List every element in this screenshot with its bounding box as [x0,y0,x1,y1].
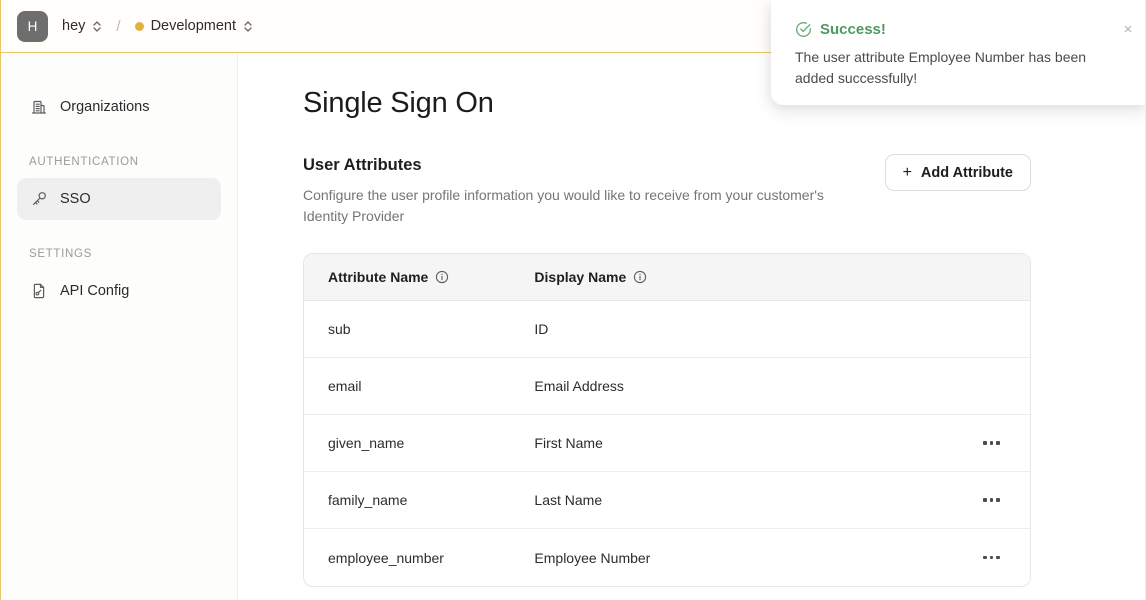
cell-attribute-name: given_name [328,435,405,451]
toast-message: The user attribute Employee Number has b… [795,49,1087,86]
sidebar-item-sso[interactable]: SSO [17,178,221,220]
success-toast: Success! The user attribute Employee Num… [771,0,1145,105]
section-title: User Attributes [303,156,422,174]
chevron-up-down-icon [243,18,253,34]
toast-header: Success! [795,21,1123,38]
toast-title: Success! [820,21,886,38]
cell-attribute-name: employee_number [328,549,444,566]
cell-display-name: Email Address [534,378,624,394]
sidebar-item-label: Organizations [60,99,150,115]
table-row: given_name First Name [304,415,1030,472]
ellipsis-icon[interactable] [979,435,1004,451]
cell-actions [953,550,1030,566]
key-icon [29,190,48,209]
cell-attribute-name: family_name [328,492,408,508]
add-attribute-button[interactable]: + Add Attribute [884,154,1031,191]
workspace-switcher[interactable]: hey [62,18,102,34]
column-label: Attribute Name [328,269,429,285]
table-row: family_name Last Name [304,472,1030,529]
workspace-avatar[interactable]: H [17,10,48,42]
info-circle-icon[interactable] [435,270,449,284]
add-attribute-label: Add Attribute [920,164,1013,181]
cell-display-name: First Name [534,435,603,451]
app-window: H hey / Development Organizations AUTHEN… [0,0,1146,600]
column-header-display-name: Display Name [534,269,953,285]
cell-attribute-name: sub [328,321,351,337]
sidebar-item-label: SSO [60,191,91,207]
table-row: sub ID [304,301,1030,358]
column-header-attribute-name: Attribute Name [304,269,534,285]
close-icon[interactable]: × [1118,19,1138,39]
environment-switcher[interactable]: Development [134,18,253,34]
environment-status-dot [134,21,144,31]
file-node-icon [29,282,48,301]
sidebar-section-authentication: AUTHENTICATION [29,156,139,168]
building-icon [29,98,48,117]
table-header-row: Attribute Name Display Name [304,254,1030,301]
check-circle-icon [795,21,812,38]
workspace-label: hey [62,18,86,34]
chevron-up-down-icon [92,18,102,34]
user-attributes-table: Attribute Name Display Name sub ID email… [303,253,1031,587]
cell-actions [953,321,1030,337]
sidebar-section-settings: SETTINGS [29,248,93,260]
ellipsis-icon[interactable] [979,492,1004,508]
sidebar-item-api-config[interactable]: API Config [17,270,221,312]
cell-display-name: Employee Number [534,549,651,566]
cell-display-name: Last Name [534,492,603,508]
section-description: Configure the user profile information y… [303,187,824,224]
info-circle-icon[interactable] [633,270,647,284]
breadcrumb-separator: / [116,17,121,35]
cell-actions [953,378,1030,394]
user-attributes-text: User Attributes Configure the user profi… [303,156,865,227]
ellipsis-icon[interactable] [979,550,1004,566]
cell-actions [953,492,1030,508]
plus-icon: + [902,163,912,181]
avatar-initial: H [27,18,38,34]
user-attributes-header: User Attributes Configure the user profi… [303,154,1031,227]
cell-attribute-name: email [328,378,362,394]
column-label: Display Name [534,269,627,285]
environment-label: Development [150,18,236,34]
cell-display-name: ID [534,321,549,337]
main-content: Single Sign On User Attributes Configure… [239,54,1145,600]
sidebar-item-organizations[interactable]: Organizations [17,86,221,128]
sidebar: Organizations AUTHENTICATION SSO SETTING… [1,54,238,600]
table-row: email Email Address [304,358,1030,415]
cell-actions [953,435,1030,451]
sidebar-item-label: API Config [60,283,130,299]
table-row: employee_number Employee Number [304,529,1030,586]
